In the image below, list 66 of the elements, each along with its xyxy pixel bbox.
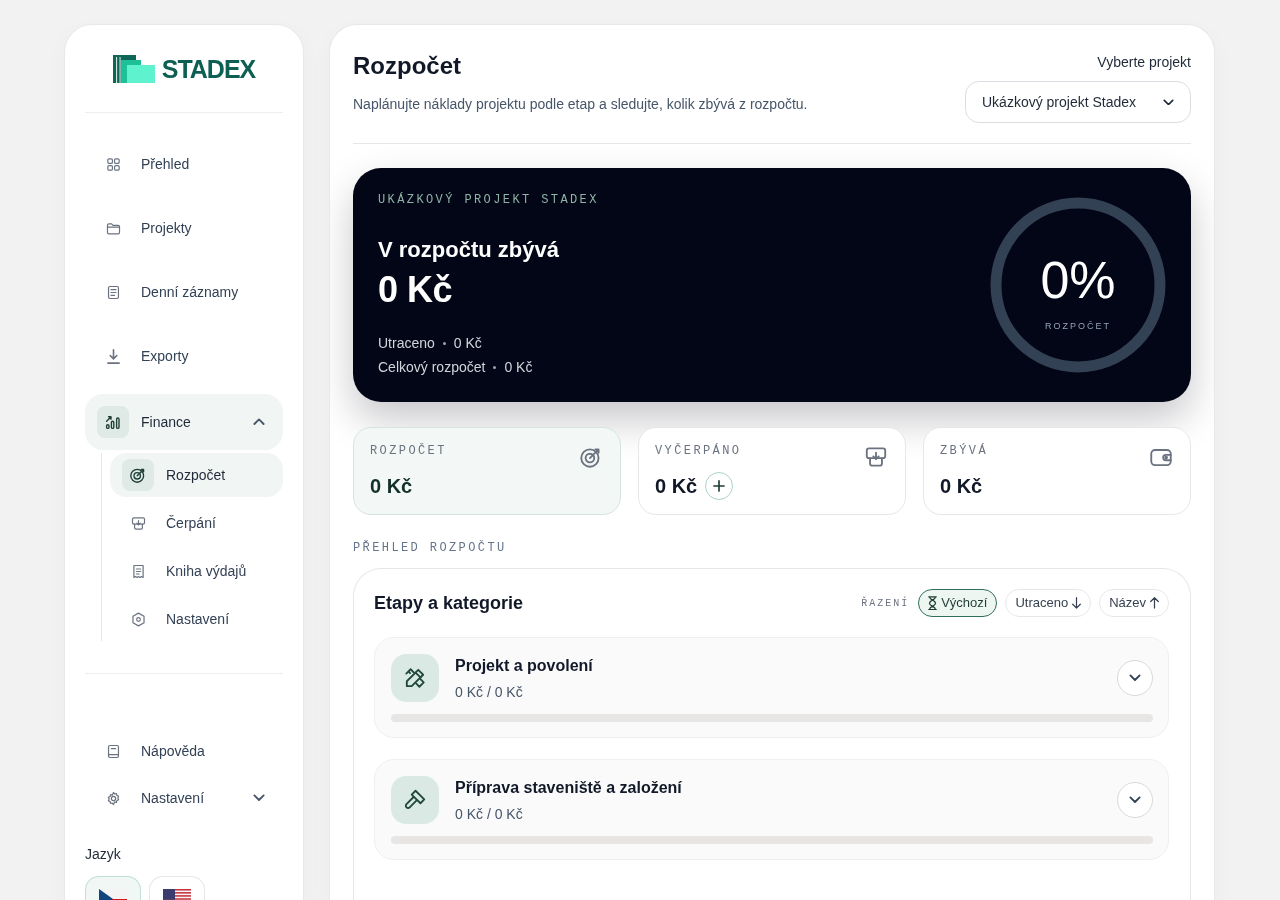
us-flag-icon [163, 889, 191, 900]
tray-icon [129, 514, 147, 532]
grid-icon [104, 155, 122, 173]
stat-label: ZBÝVÁ [940, 443, 988, 459]
stage-name: Příprava staveniště a založení [455, 777, 683, 798]
logo-icon [112, 54, 155, 83]
remaining-amount: 0 Kč [378, 270, 454, 310]
language-label: Jazyk [85, 845, 122, 864]
brand-name: STADEX [161, 54, 256, 83]
target-icon [122, 459, 154, 491]
page-subtitle: Naplánujte náklady projektu podle etap a sledujte, kolik zbývá z rozpočtu. [353, 95, 808, 114]
stage-amount: 0 Kč / 0 Kč [455, 682, 524, 702]
page-title: Rozpočet [353, 51, 462, 81]
stat-value: 0 Kč [370, 474, 413, 499]
nav-item[interactable]: Exporty [85, 330, 283, 382]
sort-chip[interactable]: Název [1099, 589, 1169, 617]
submenu-item[interactable]: Nastavení [110, 597, 283, 641]
stat-label: VYČERPÁNO [655, 443, 742, 459]
sort-chip[interactable]: Utraceno [1005, 589, 1092, 617]
summary-title: V rozpočtu zbývá [378, 236, 560, 264]
panel-title: Etapy a kategorie [374, 592, 524, 615]
nav-item[interactable]: Nápověda [85, 729, 283, 773]
detail-value: 0 Kč [504, 358, 533, 377]
stat-value: 0 Kč [655, 474, 698, 499]
ring-percentage: 0% [1040, 251, 1116, 308]
add-button[interactable] [705, 472, 734, 500]
nav-group[interactable]: Finance [85, 394, 283, 450]
nav-group[interactable]: Nastavení [85, 776, 283, 820]
chart-icon [97, 406, 129, 438]
project-select[interactable]: Ukázkový projekt Stadex [965, 81, 1191, 123]
hammer-icon [391, 776, 439, 824]
submenu-item[interactable]: Kniha výdajů [110, 549, 283, 593]
separator-dot-icon [442, 341, 446, 345]
hexagon-icon [129, 610, 147, 628]
chevron-down-icon [1163, 98, 1174, 106]
stage-amount: 0 Kč / 0 Kč [455, 804, 524, 824]
submenu-item[interactable]: Čerpání [110, 501, 283, 545]
detail-label: Celkový rozpočet [378, 358, 486, 377]
detail-value: 0 Kč [453, 334, 482, 353]
stat-value: 0 Kč [940, 474, 983, 499]
sort-chip[interactable]: Výchozí [918, 589, 998, 617]
hourglass-icon [928, 595, 938, 611]
nav-item[interactable]: Denní záznamy [85, 266, 283, 318]
arrow-up-icon [1150, 597, 1159, 609]
nav-item[interactable]: Projekty [85, 202, 283, 254]
plus-icon [713, 480, 726, 492]
download-icon [104, 347, 122, 365]
expand-button[interactable] [1117, 782, 1153, 818]
separator-dot-icon [493, 365, 497, 369]
detail-label: Utraceno [378, 334, 435, 353]
tray-icon [863, 444, 889, 470]
submenu-item[interactable]: Rozpočet [110, 453, 283, 497]
stat-label: ROZPOČET [370, 443, 447, 459]
language-button[interactable] [149, 876, 205, 900]
sort-label: ŘAZENÍ [861, 595, 910, 611]
language-button[interactable] [85, 876, 141, 900]
stage-name: Projekt a povolení [455, 655, 594, 676]
select-label: Vyberte projekt [1097, 53, 1191, 72]
section-label: PŘEHLED ROZPOČTU [353, 540, 508, 556]
pencil-ruler-icon [391, 654, 439, 702]
czech-flag-icon [99, 889, 127, 900]
arrow-down-icon [1072, 597, 1082, 609]
nav-item[interactable]: Přehled [85, 138, 283, 190]
expand-button[interactable] [1117, 660, 1153, 696]
project-eyebrow: UKÁZKOVÝ PROJEKT STADEX [378, 192, 599, 208]
ring-caption: ROZPOČET [1045, 319, 1111, 332]
